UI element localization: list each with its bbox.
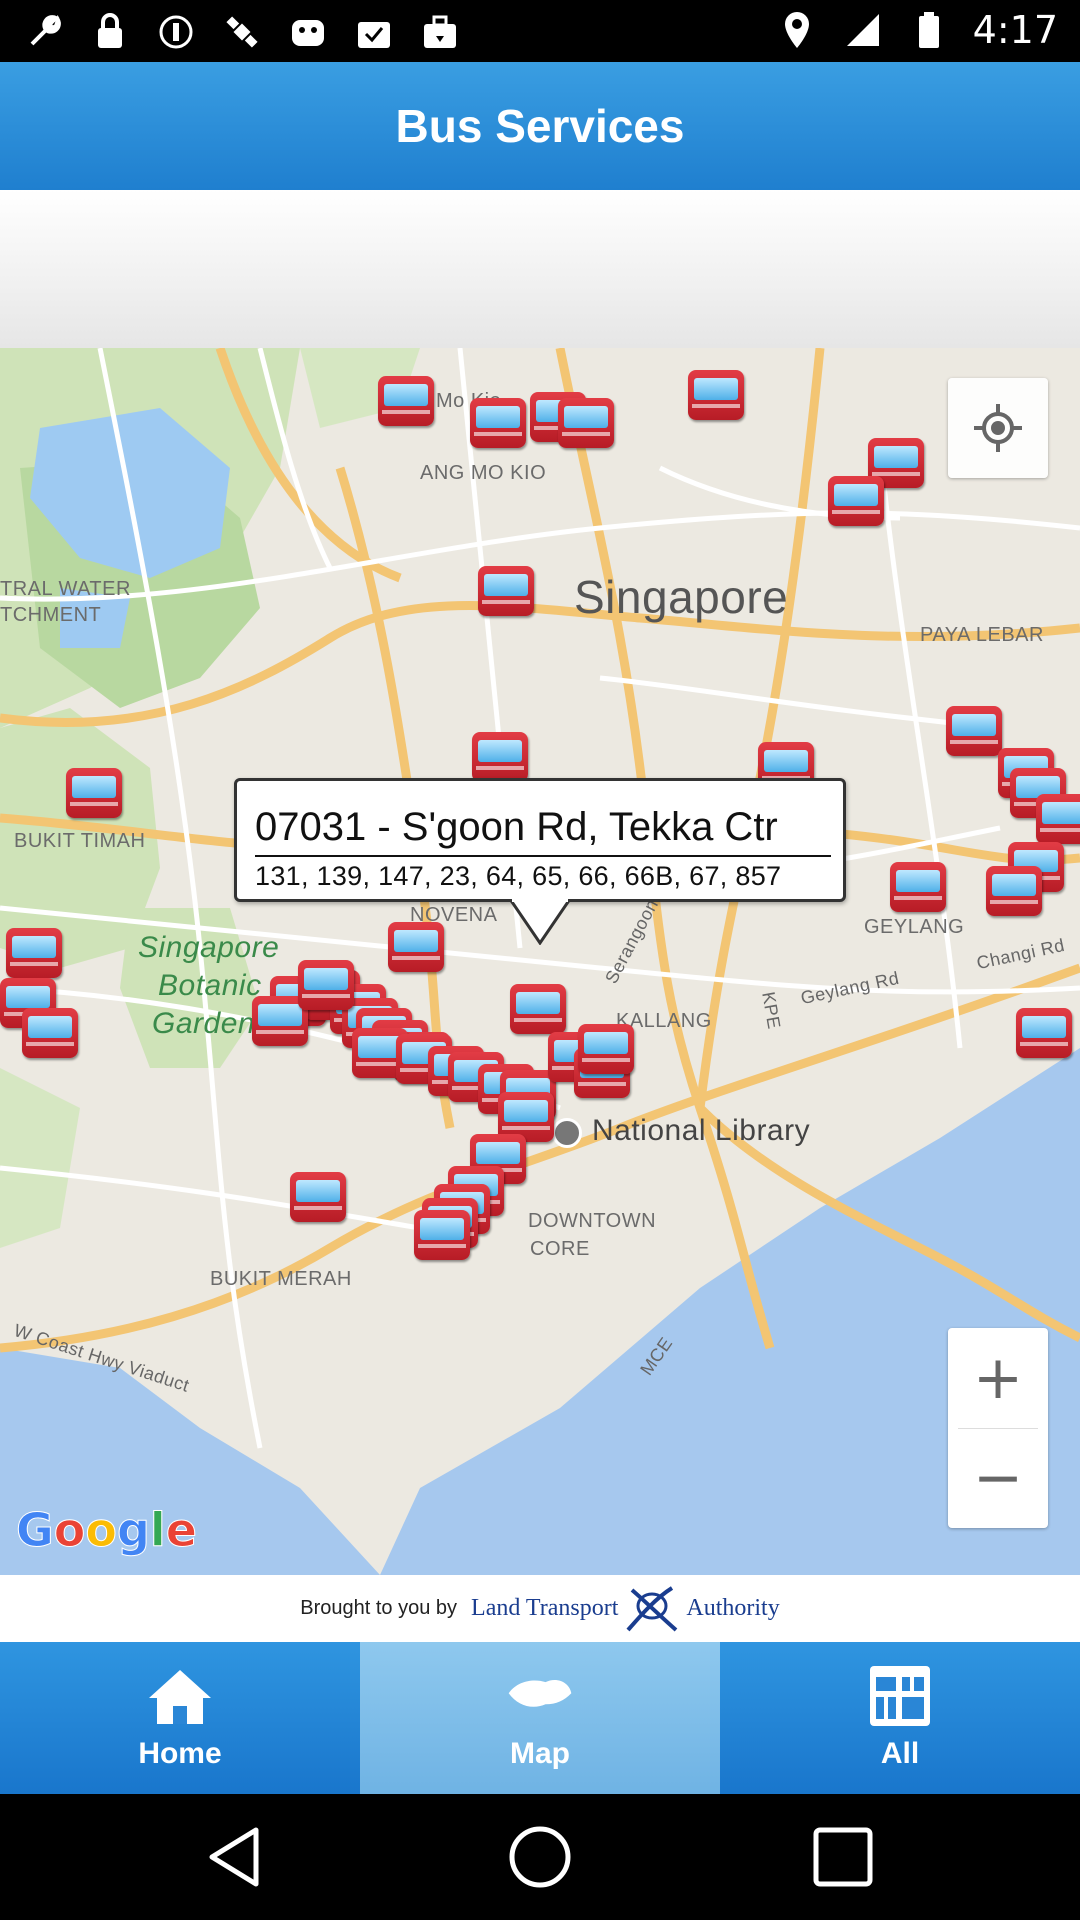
signal-icon bbox=[841, 8, 885, 52]
ad-banner bbox=[0, 190, 1080, 348]
lta-emblem-icon bbox=[626, 1585, 678, 1632]
bus-stop-marker[interactable] bbox=[986, 866, 1042, 920]
bus-stop-marker[interactable] bbox=[66, 768, 122, 822]
lock-icon bbox=[88, 10, 132, 54]
clock: 4:17 bbox=[972, 8, 1058, 52]
app-header: Bus Services bbox=[0, 62, 1080, 190]
map-label: GEYLANG bbox=[864, 916, 965, 938]
zoom-controls: + − bbox=[948, 1328, 1048, 1528]
map-label: TCHMENT bbox=[0, 604, 102, 626]
bus-stop-marker[interactable] bbox=[946, 706, 1002, 760]
google-logo: Google bbox=[16, 1503, 198, 1558]
zoom-in-button[interactable]: + bbox=[948, 1328, 1048, 1428]
my-location-button[interactable] bbox=[948, 378, 1048, 478]
bus-stop-marker[interactable] bbox=[478, 566, 534, 620]
bus-stop-marker[interactable] bbox=[298, 960, 354, 1014]
map-label: DOWNTOWN bbox=[528, 1210, 657, 1232]
bus-stop-marker[interactable] bbox=[22, 1008, 78, 1062]
bus-stop-marker[interactable] bbox=[470, 398, 526, 452]
stop-services: 131, 139, 147, 23, 64, 65, 66, 66B, 67, … bbox=[255, 861, 782, 891]
divider bbox=[255, 855, 831, 857]
tab-all[interactable]: All bbox=[720, 1642, 1080, 1794]
bus-stop-marker[interactable] bbox=[688, 370, 744, 424]
map-label: Garden bbox=[152, 1007, 256, 1040]
crosshair-icon bbox=[974, 404, 1022, 452]
bus-stop-marker[interactable] bbox=[558, 398, 614, 452]
tab-map[interactable]: Map bbox=[360, 1642, 720, 1794]
map-label: TRAL WATER bbox=[0, 578, 131, 600]
home-nav-icon[interactable] bbox=[505, 1822, 575, 1892]
map-label: BUKIT TIMAH bbox=[14, 830, 146, 852]
info-icon bbox=[154, 10, 198, 54]
attribution-text: Brought to you by bbox=[300, 1597, 458, 1619]
library-icon bbox=[552, 1118, 582, 1148]
system-nav-bar bbox=[0, 1794, 1080, 1920]
bus-stop-marker[interactable] bbox=[6, 928, 62, 982]
map-icon bbox=[505, 1665, 575, 1727]
location-pin-icon bbox=[775, 8, 819, 52]
app-screen: 4:17 Bus Services Mo Kio ANG MO KIO Sing… bbox=[0, 0, 1080, 1920]
keyboard-icon bbox=[286, 10, 330, 54]
bus-stop-marker[interactable] bbox=[388, 922, 444, 976]
bus-stop-marker[interactable] bbox=[1036, 794, 1080, 848]
zoom-out-button[interactable]: − bbox=[948, 1428, 1048, 1528]
back-icon[interactable] bbox=[202, 1822, 272, 1892]
recents-icon[interactable] bbox=[808, 1822, 878, 1892]
bus-stop-marker[interactable] bbox=[510, 984, 566, 1038]
stop-title: 07031 - S'goon Rd, Tekka Ctr bbox=[255, 805, 778, 849]
lta-name-left: Land Transport bbox=[471, 1595, 619, 1621]
tab-label: All bbox=[880, 1737, 920, 1770]
check-bag-icon bbox=[352, 10, 396, 54]
bottom-tab-bar: Home Map All bbox=[0, 1642, 1080, 1794]
bus-stop-marker[interactable] bbox=[578, 1024, 634, 1078]
tab-label: Home bbox=[138, 1737, 222, 1770]
map-label: ANG MO KIO bbox=[420, 462, 547, 484]
callout-pointer bbox=[508, 899, 572, 945]
map-label: Botanic bbox=[158, 969, 262, 1002]
wrench-icon bbox=[22, 10, 66, 54]
map-view[interactable]: Mo Kio ANG MO KIO Singapore PAYA LEBAR T… bbox=[0, 348, 1080, 1575]
bus-stop-marker[interactable] bbox=[890, 862, 946, 916]
grid-icon bbox=[865, 1665, 935, 1727]
bus-stop-marker[interactable] bbox=[414, 1210, 470, 1264]
attribution-bar: Brought to you by Land Transport Authori… bbox=[0, 1575, 1080, 1642]
lta-logo: Land Transport Authority bbox=[471, 1584, 780, 1634]
map-label: CORE bbox=[530, 1238, 590, 1260]
bus-stop-marker[interactable] bbox=[1016, 1008, 1072, 1062]
map-label: Singapore bbox=[138, 931, 280, 964]
bus-stop-marker[interactable] bbox=[378, 376, 434, 430]
home-icon bbox=[145, 1665, 215, 1727]
satellite-icon bbox=[220, 10, 264, 54]
tab-home[interactable]: Home bbox=[0, 1642, 360, 1794]
battery-icon bbox=[907, 8, 951, 52]
map-label: BUKIT MERAH bbox=[210, 1268, 352, 1290]
briefcase-icon bbox=[418, 10, 462, 54]
map-label: Singapore bbox=[574, 571, 789, 623]
bus-stop-marker[interactable] bbox=[290, 1172, 346, 1226]
lta-name-right: Authority bbox=[686, 1595, 780, 1621]
page-title: Bus Services bbox=[395, 100, 685, 152]
map-label: PAYA LEBAR bbox=[920, 624, 1044, 646]
map-label: National Library bbox=[592, 1114, 811, 1147]
status-bar: 4:17 bbox=[0, 0, 1080, 62]
bus-stop-marker[interactable] bbox=[828, 476, 884, 530]
tab-label: Map bbox=[510, 1737, 570, 1770]
bus-stop-callout[interactable]: 07031 - S'goon Rd, Tekka Ctr 131, 139, 1… bbox=[234, 778, 846, 902]
